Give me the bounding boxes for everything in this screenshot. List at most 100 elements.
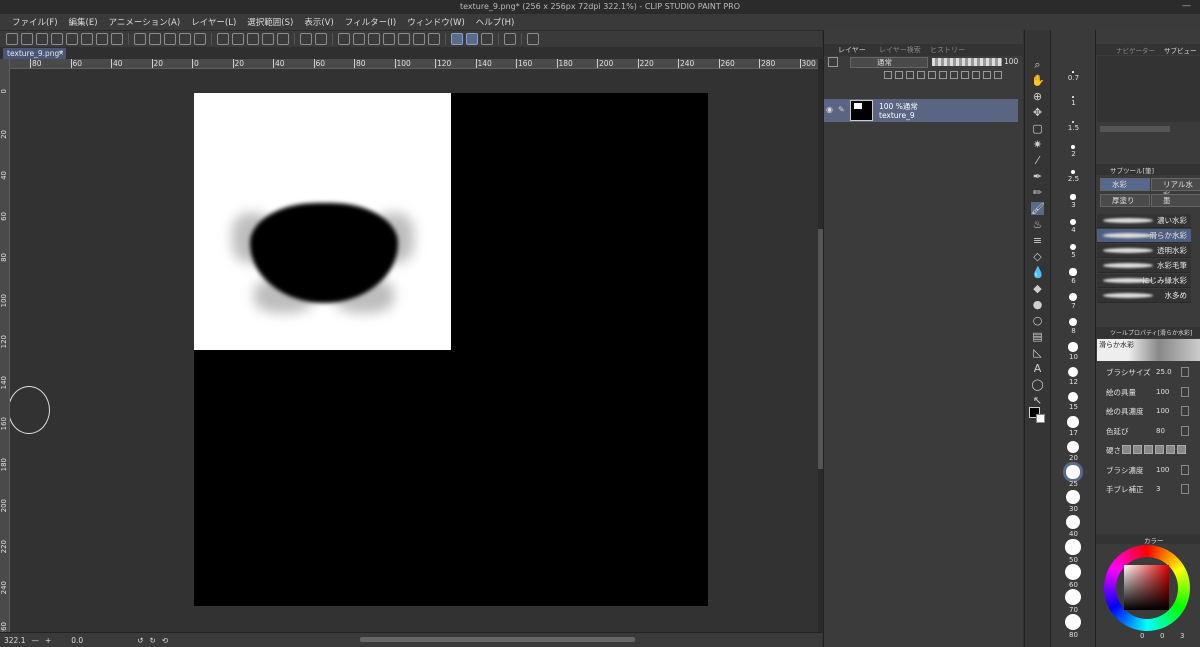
snap-ruler-icon[interactable] [451, 33, 463, 45]
horizontal-scroll-thumb[interactable] [360, 637, 635, 642]
fill-tool-icon[interactable]: ◆ [1031, 282, 1044, 295]
brush-size-label[interactable]: 60 [1051, 581, 1096, 589]
hardness-step[interactable] [1177, 445, 1186, 454]
mask-icon[interactable] [928, 71, 936, 79]
snap-grid-icon[interactable] [481, 33, 493, 45]
blend-mode-select[interactable]: 通常 [850, 57, 928, 68]
undo-icon[interactable] [300, 33, 312, 45]
copy-icon[interactable] [66, 33, 78, 45]
hardness-step[interactable] [1155, 445, 1164, 454]
reference-icon[interactable] [906, 71, 914, 79]
brush-size-label[interactable]: 5 [1051, 251, 1096, 259]
property-value[interactable]: 100 [1156, 388, 1169, 396]
property-value[interactable]: 100 [1156, 466, 1169, 474]
brush-size-label[interactable]: 3 [1051, 201, 1096, 209]
folder-icon[interactable] [972, 71, 980, 79]
brush-item[interactable]: 水多め [1097, 289, 1191, 303]
menu-filter[interactable]: フィルター(I) [345, 16, 396, 28]
eyedropper-icon[interactable]: ⁄ [1031, 154, 1044, 167]
lock-icon[interactable] [884, 71, 892, 79]
reset-rotation-icon[interactable]: ⟲ [162, 636, 168, 645]
menu-view[interactable]: 表示(V) [304, 16, 333, 28]
zoom-value[interactable]: 322.1 [4, 636, 25, 645]
menu-edit[interactable]: 編集(E) [69, 16, 98, 28]
ruler-grid-icon[interactable] [51, 33, 63, 45]
expand-icon[interactable] [428, 33, 440, 45]
menu-window[interactable]: ウィンドウ(W) [407, 16, 465, 28]
brush-size-dot[interactable] [1067, 366, 1079, 378]
balloon-icon[interactable]: ◯ [1031, 378, 1044, 391]
save-icon[interactable] [262, 33, 274, 45]
hardness-step[interactable] [1144, 445, 1153, 454]
brush-size-label[interactable]: 2.5 [1051, 175, 1096, 183]
layer-color-icon[interactable] [828, 57, 838, 67]
layer-icon[interactable] [111, 33, 123, 45]
brush-size-label[interactable]: 6 [1051, 277, 1096, 285]
text-tool-icon[interactable]: A [1031, 362, 1044, 375]
brush-size-label[interactable]: 2 [1051, 150, 1096, 158]
tab-layer[interactable]: レイヤー [838, 45, 866, 55]
spin-button[interactable] [1181, 406, 1189, 416]
menu-help[interactable]: ヘルプ(H) [476, 16, 515, 28]
tab-subview[interactable]: サブビュー [1164, 45, 1197, 55]
clip-icon[interactable] [895, 71, 903, 79]
brush-size-dot[interactable] [1069, 268, 1077, 276]
tab-layer-search[interactable]: レイヤー検索 [879, 45, 921, 55]
brush-size-dot[interactable] [1065, 539, 1081, 555]
deselect-icon[interactable] [398, 33, 410, 45]
minimize-button[interactable]: — [1182, 1, 1192, 11]
zoom-in-icon[interactable]: + [45, 636, 51, 645]
grid-toggle-icon[interactable] [194, 33, 206, 45]
pen-icon[interactable] [134, 33, 146, 45]
grid-icon[interactable] [36, 33, 48, 45]
brush-size-dot[interactable] [1065, 589, 1081, 605]
decoration-icon[interactable]: ≡ [1031, 234, 1044, 247]
close-icon[interactable]: × [58, 48, 64, 59]
export-icon[interactable] [232, 33, 244, 45]
brush-size-dot[interactable] [1071, 120, 1075, 124]
brush-size-dot[interactable] [1069, 243, 1077, 251]
brush-size-label[interactable]: 17 [1051, 429, 1096, 437]
menu-layer[interactable]: レイヤー(L) [191, 16, 236, 28]
spin-button[interactable] [1181, 484, 1189, 494]
blend-tool-icon[interactable]: 💧 [1031, 266, 1045, 279]
brush-size-dot[interactable] [1066, 440, 1080, 454]
hardness-step[interactable] [1133, 445, 1142, 454]
merge-icon[interactable] [983, 71, 991, 79]
property-value[interactable]: 25.0 [1156, 368, 1172, 376]
frame-icon[interactable]: ▤ [1031, 330, 1044, 343]
brush-item[interactable]: 透明水彩 [1097, 244, 1191, 258]
brush-size-dot[interactable] [1070, 219, 1076, 225]
home-icon[interactable] [6, 33, 18, 45]
hand-tool-icon[interactable]: ✋ [1031, 74, 1045, 87]
brush-size-dot[interactable] [1065, 614, 1081, 630]
brush-icon[interactable] [149, 33, 161, 45]
canvas-area[interactable] [10, 69, 818, 632]
spin-button[interactable] [1181, 464, 1189, 475]
selection-tool-icon[interactable]: ▢ [1031, 122, 1044, 135]
brush-size-label[interactable]: 10 [1051, 353, 1096, 361]
spin-button[interactable] [1181, 367, 1189, 377]
brush-size-label[interactable]: 70 [1051, 606, 1096, 614]
brush-size-dot[interactable] [1067, 391, 1079, 403]
table-icon[interactable] [179, 33, 191, 45]
spin-button[interactable] [1181, 386, 1189, 397]
checker-icon[interactable] [217, 33, 229, 45]
zoom-tool-icon[interactable]: ⌕ [1031, 58, 1044, 71]
crop-icon[interactable] [383, 33, 395, 45]
brush-size-label[interactable]: 25 [1051, 480, 1096, 488]
ruler-tool-icon[interactable]: ◺ [1031, 346, 1044, 359]
transform-icon[interactable] [96, 33, 108, 45]
subtool-ink[interactable]: 墨 [1151, 194, 1200, 207]
brush-size-dot[interactable] [1068, 342, 1078, 352]
palette-icon[interactable] [939, 71, 947, 79]
layer-row[interactable]: ◉ ✎ 100 %通常 texture_9 [824, 99, 1018, 122]
menu-animation[interactable]: アニメーション(A) [109, 16, 181, 28]
navigator-slider[interactable] [1100, 126, 1170, 132]
airbrush-icon[interactable]: ♨ [1031, 218, 1044, 231]
rotate-right-icon[interactable]: ↻ [150, 636, 156, 645]
snap-special-icon[interactable] [466, 33, 478, 45]
brush-item[interactable]: にじみ縁水彩 [1097, 274, 1191, 288]
angle-value[interactable]: 0.0 [71, 636, 83, 645]
figure-icon[interactable]: ○ [1031, 314, 1044, 327]
